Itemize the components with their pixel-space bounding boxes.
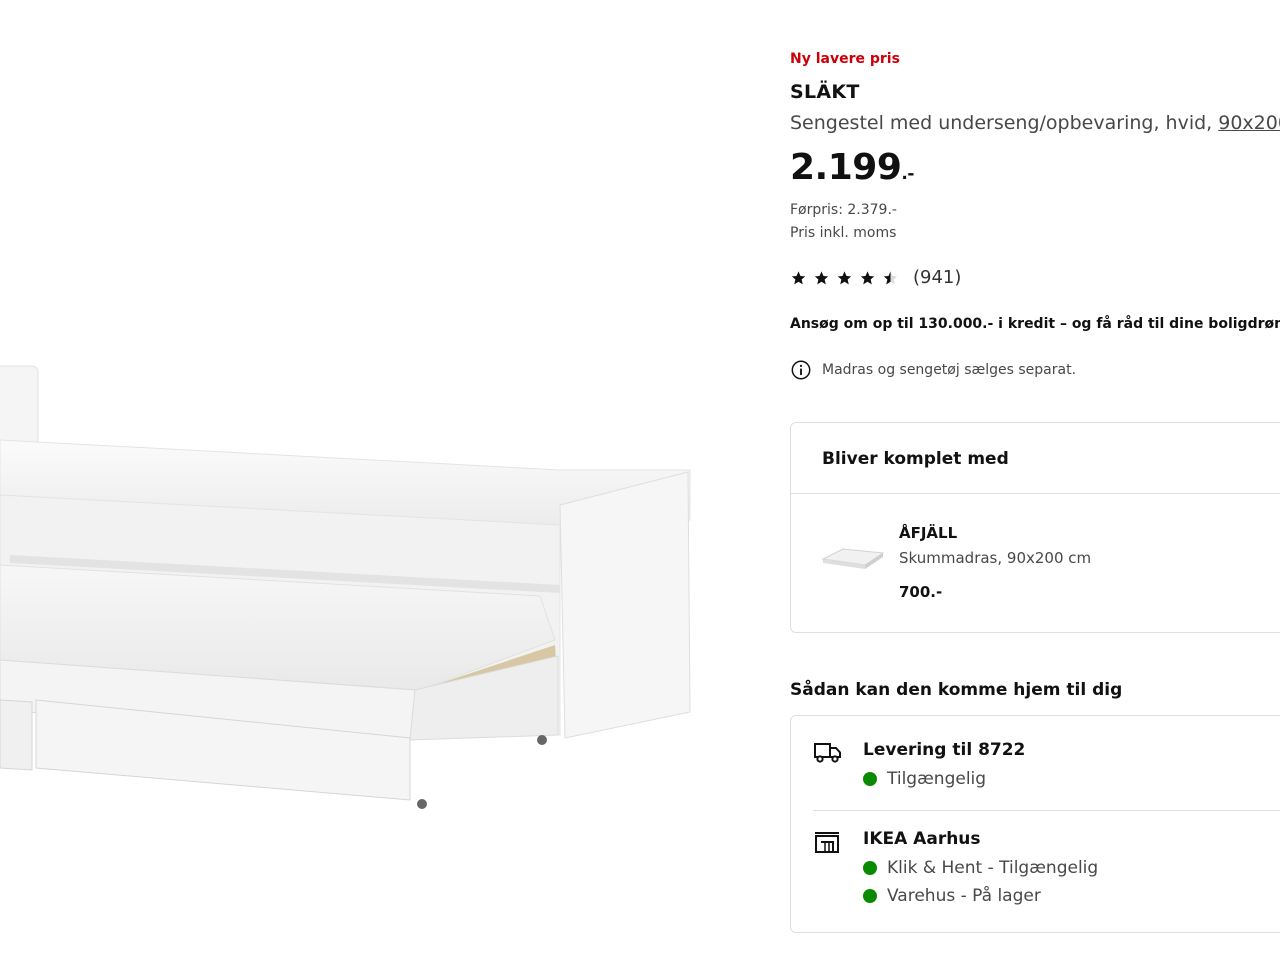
product-info-panel: Ny lavere pris SLÄKT Sengestel med under… — [790, 0, 1280, 960]
info-icon — [791, 360, 811, 380]
star-full-icon — [837, 270, 852, 284]
recommended-item-price: 700.- — [899, 583, 943, 601]
available-dot — [863, 889, 877, 903]
price-main: 2.199 — [790, 147, 902, 188]
store-stock-status-text: Varehus - På lager — [887, 886, 1041, 906]
credit-link[interactable]: Ansøg om op til 130.000.- i kredit – og … — [790, 316, 1280, 332]
divider — [791, 493, 1280, 494]
review-count: (941) — [913, 267, 962, 288]
divider — [813, 810, 1280, 811]
recommended-item-name: ÅFJÄLL — [899, 524, 958, 542]
available-dot — [863, 772, 877, 786]
available-dot — [863, 861, 877, 875]
recommended-item-description: Skummadras, 90x200 cm — [899, 549, 1092, 567]
delivery-title: Levering til 8722 — [863, 740, 1026, 760]
star-full-icon — [791, 270, 806, 284]
complete-with-card: Bliver komplet med ÅFJÄLL Skummadras, 90… — [790, 422, 1280, 633]
vat-note: Pris inkl. moms — [790, 225, 897, 241]
product-price: 2.199.- — [790, 147, 914, 188]
delivery-status: Tilgængelig — [863, 769, 986, 789]
bed-illustration — [0, 365, 691, 809]
product-description: Sengestel med underseng/opbevaring, hvid… — [790, 112, 1280, 134]
truck-icon — [814, 743, 841, 763]
new-lower-price-badge: Ny lavere pris — [790, 51, 900, 67]
delivery-card: Levering til 8722 Tilgængelig IKEA Aarhu… — [790, 715, 1280, 933]
rating[interactable]: (941) — [790, 267, 961, 288]
store-icon — [815, 832, 839, 853]
star-full-icon — [814, 270, 829, 284]
price-suffix: .- — [901, 164, 914, 184]
delivery-heading: Sådan kan den komme hjem til dig — [790, 680, 1123, 700]
size-link[interactable]: 90x200 cm — [1218, 112, 1280, 134]
complete-with-title: Bliver komplet med — [822, 449, 1009, 469]
product-name: SLÄKT — [790, 81, 860, 103]
delivery-status-text: Tilgængelig — [887, 769, 987, 789]
store-stock-status: Varehus - På lager — [863, 886, 1041, 906]
product-image[interactable] — [0, 0, 760, 960]
store-title: IKEA Aarhus — [863, 829, 981, 849]
star-full-icon — [860, 270, 875, 284]
click-collect-status-text: Klik & Hent - Tilgængelig — [887, 858, 1099, 878]
previous-price: Førpris: 2.379.- — [790, 202, 897, 218]
info-note: Madras og sengetøj sælges separat. — [790, 359, 1076, 381]
click-collect-status: Klik & Hent - Tilgængelig — [863, 858, 1098, 878]
product-description-text: Sengestel med underseng/opbevaring, hvid… — [790, 112, 1219, 134]
star-half-icon — [883, 270, 898, 284]
mattress-thumbnail — [821, 548, 885, 569]
info-note-text: Madras og sengetøj sælges separat. — [822, 362, 1077, 378]
